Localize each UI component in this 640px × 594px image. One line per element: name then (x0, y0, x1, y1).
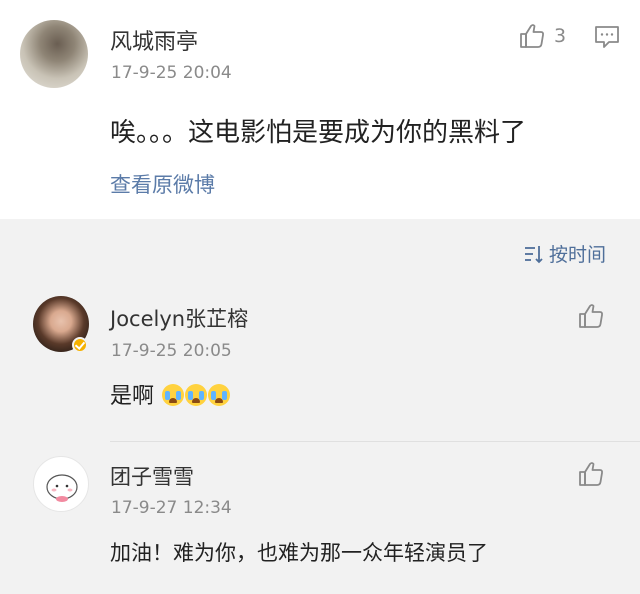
crying-face-emoji (162, 384, 185, 406)
sort-label: 按时间 (548, 244, 606, 266)
comment-text-body: 是啊 (110, 384, 155, 409)
post-author-name[interactable]: 风城雨亭 (110, 24, 198, 56)
verified-badge-icon (72, 337, 88, 353)
post-card: 风城雨亭 17-9-25 20:04 3 唉。。。这电影怕是要成为你的黑料了 查… (0, 0, 640, 219)
comment-divider (110, 441, 640, 442)
post-like-count: 3 (554, 25, 567, 47)
comment-like-button[interactable] (577, 302, 605, 330)
comment-icon (595, 26, 619, 48)
post-author-avatar[interactable] (20, 20, 88, 88)
post-time: 17-9-25 20:04 (111, 63, 232, 83)
thumbs-up-icon (579, 462, 603, 486)
comment-author-name[interactable]: Jocelyn张芷榕 (110, 303, 248, 333)
crying-face-emoji (185, 384, 208, 406)
avatar-illustration (46, 474, 78, 502)
thumbs-up-icon (520, 24, 544, 48)
comment-text: 加油！难为你，也难为那一众年轻演员了 (110, 541, 488, 565)
comment-like-button[interactable] (577, 460, 605, 488)
post-like-button[interactable]: 3 (518, 22, 566, 50)
thumbs-up-icon (579, 304, 603, 328)
comment-author-avatar[interactable] (33, 456, 89, 512)
comment-text: 是啊 (110, 378, 231, 410)
post-text: 唉。。。这电影怕是要成为你的黑料了 (110, 118, 527, 148)
sort-by-time-button[interactable]: 按时间 (523, 240, 606, 267)
view-original-link[interactable]: 查看原微博 (110, 169, 215, 199)
comment-time: 17-9-25 20:05 (111, 341, 232, 361)
comment-author-name[interactable]: 团子雪雪 (110, 461, 194, 491)
crying-face-emoji (208, 384, 231, 406)
comment-time: 17-9-27 12:34 (111, 498, 232, 518)
post-comment-button[interactable] (594, 24, 620, 54)
sort-icon (524, 245, 543, 263)
